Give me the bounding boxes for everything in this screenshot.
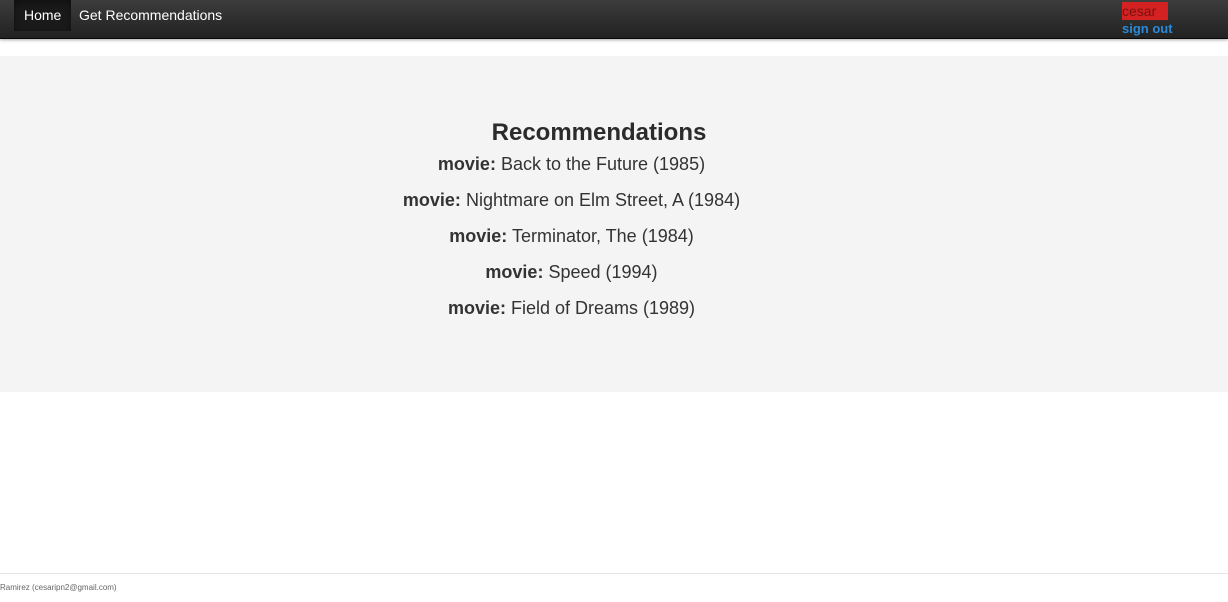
recommendation-key: movie: bbox=[485, 262, 544, 282]
recommendation-key: movie: bbox=[447, 298, 506, 318]
page-footer: Ramirez (cesaripn2@gmail.com) bbox=[0, 573, 1228, 602]
recommendation-item: movie: Terminator, The (1984) bbox=[0, 222, 1143, 258]
recommendation-movie: Field of Dreams (1989) bbox=[510, 298, 696, 318]
recommendation-item: movie: Back to the Future (1985) bbox=[0, 150, 1143, 186]
recommendation-movie: Speed (1994) bbox=[548, 262, 658, 282]
recommendation-key: movie: bbox=[437, 154, 496, 174]
sign-out-link[interactable]: sign out bbox=[1122, 21, 1222, 37]
user-menu: cesar sign out bbox=[1122, 2, 1222, 37]
page-title: Recommendations bbox=[491, 119, 707, 146]
recommendations-panel: Recommendations movie: Back to the Futur… bbox=[0, 56, 1228, 392]
nav-home-link[interactable]: Home bbox=[14, 0, 72, 31]
recommendations-list: movie: Back to the Future (1985) movie: … bbox=[0, 150, 1143, 330]
nav-get-recommendations-link[interactable]: Get Recommendations bbox=[69, 0, 232, 31]
recommendation-movie: Terminator, The (1984) bbox=[511, 226, 694, 246]
recommendation-item: movie: Field of Dreams (1989) bbox=[0, 294, 1143, 330]
recommendation-movie: Nightmare on Elm Street, A (1984) bbox=[465, 190, 741, 210]
recommendation-movie: Back to the Future (1985) bbox=[500, 154, 706, 174]
recommendation-item: movie: Speed (1994) bbox=[0, 258, 1143, 294]
recommendation-item: movie: Nightmare on Elm Street, A (1984) bbox=[0, 186, 1143, 222]
recommendation-key: movie: bbox=[402, 190, 461, 210]
top-navbar: Home Get Recommendations cesar sign out bbox=[0, 0, 1228, 39]
user-name-badge[interactable]: cesar bbox=[1122, 2, 1168, 20]
footer-credit: Ramirez (cesaripn2@gmail.com) bbox=[0, 583, 117, 592]
recommendation-key: movie: bbox=[449, 226, 508, 246]
